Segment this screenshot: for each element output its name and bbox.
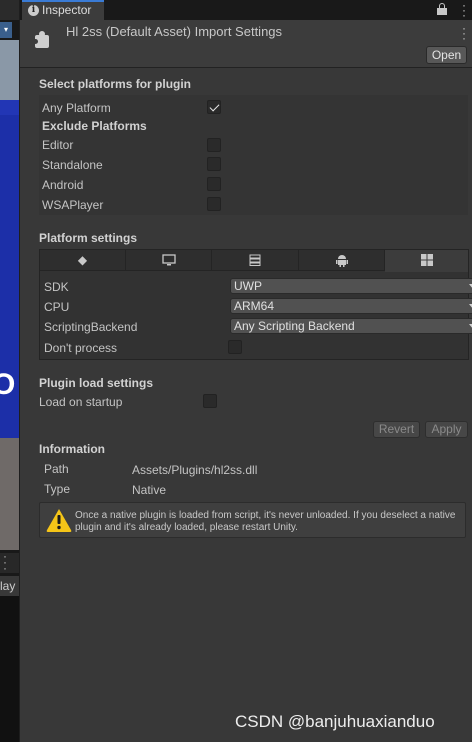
exclude-platforms-title: Exclude Platforms (42, 119, 147, 133)
dont-process-checkbox[interactable] (228, 340, 242, 354)
exclude-android-checkbox[interactable] (207, 177, 221, 191)
scripting-backend-label: ScriptingBackend (44, 320, 138, 334)
open-button[interactable]: Open (426, 46, 467, 64)
inspector-window: i Inspector · · · Hl 2ss (Default Asset) I… (19, 0, 472, 742)
plugin-puzzle-icon (33, 30, 51, 48)
tab-standalone[interactable] (126, 250, 212, 271)
sdk-dropdown[interactable]: UWP (230, 278, 472, 294)
exclude-wsaplayer-checkbox[interactable] (207, 197, 221, 211)
warning-icon (45, 507, 73, 533)
play-label[interactable]: lay (0, 576, 19, 596)
watermark: CSDN @banjuhuaxianduo (235, 712, 435, 731)
lock-icon[interactable] (437, 3, 447, 15)
exclude-wsaplayer-label: WSAPlayer (42, 198, 104, 212)
cpu-label: CPU (44, 300, 70, 314)
server-icon (249, 254, 261, 268)
scene-kebab-menu[interactable]: · · · (0, 550, 19, 574)
plugin-load-title: Plugin load settings (39, 376, 154, 390)
platform-tab-strip: ◆ (40, 250, 468, 272)
exclude-standalone-checkbox[interactable] (207, 157, 221, 171)
type-value: Native (132, 483, 167, 497)
tab-unity-editor[interactable]: ◆ (40, 250, 126, 271)
path-value: Assets/Plugins/hl2ss.dll (132, 463, 258, 477)
platform-settings-panel: ◆ SDK UWP CPU ARM64 ScriptingBackend Any… (39, 249, 472, 360)
scene-band (0, 100, 19, 115)
sdk-value: UWP (234, 279, 262, 293)
exclude-standalone-label: Standalone (42, 158, 103, 172)
dont-process-label: Don't process (44, 341, 117, 355)
tab-inspector[interactable]: i Inspector (22, 0, 104, 20)
monitor-icon (161, 254, 176, 268)
sdk-label: SDK (44, 280, 69, 294)
any-platform-checkbox[interactable] (207, 100, 221, 114)
scripting-backend-value: Any Scripting Backend (234, 319, 355, 333)
tab-android[interactable] (299, 250, 385, 271)
game-view-area (0, 596, 19, 742)
unity-logo-icon: ◆ (77, 253, 88, 267)
scene-dropdown-button[interactable]: ▾ (0, 22, 12, 38)
scene-ground (0, 438, 19, 550)
inspector-header: Hl 2ss (Default Asset) Import Settings ·… (20, 20, 472, 68)
tab-menu-icon[interactable]: · · · (462, 0, 466, 21)
type-label: Type (44, 482, 71, 496)
load-on-startup-label: Load on startup (39, 395, 123, 409)
info-icon: i (28, 5, 39, 16)
exclude-android-label: Android (42, 178, 84, 192)
scene-view-strip: ▾ O · · · lay (0, 0, 19, 742)
path-label: Path (44, 462, 69, 476)
information-title: Information (39, 442, 105, 456)
load-on-startup-checkbox[interactable] (203, 394, 217, 408)
cpu-dropdown[interactable]: ARM64 (230, 298, 472, 314)
tab-inspector-label: Inspector (42, 3, 92, 17)
scene-letter: O (0, 368, 16, 401)
select-platforms-title: Select platforms for plugin (39, 77, 192, 91)
exclude-editor-label: Editor (42, 138, 74, 152)
warning-helpbox: Once a native plugin is loaded from scri… (39, 502, 466, 538)
tab-server[interactable] (212, 250, 299, 271)
scripting-backend-dropdown[interactable]: Any Scripting Backend (230, 318, 472, 334)
header-title: Hl 2ss (Default Asset) Import Settings (66, 24, 283, 39)
tab-windows[interactable] (385, 250, 468, 272)
revert-button[interactable]: Revert (373, 421, 420, 438)
any-platform-label: Any Platform (42, 101, 111, 115)
platform-settings-title: Platform settings (39, 231, 138, 245)
exclude-editor-checkbox[interactable] (207, 138, 221, 152)
android-icon (335, 254, 348, 269)
scene-view-tab-area (0, 0, 19, 20)
tab-bar: i Inspector · · · (20, 0, 472, 21)
apply-button[interactable]: Apply (425, 421, 468, 438)
windows-icon (420, 254, 433, 268)
warning-text: Once a native plugin is loaded from scri… (75, 510, 456, 533)
cpu-value: ARM64 (234, 299, 275, 313)
header-menu-icon[interactable]: · · · (462, 22, 466, 44)
